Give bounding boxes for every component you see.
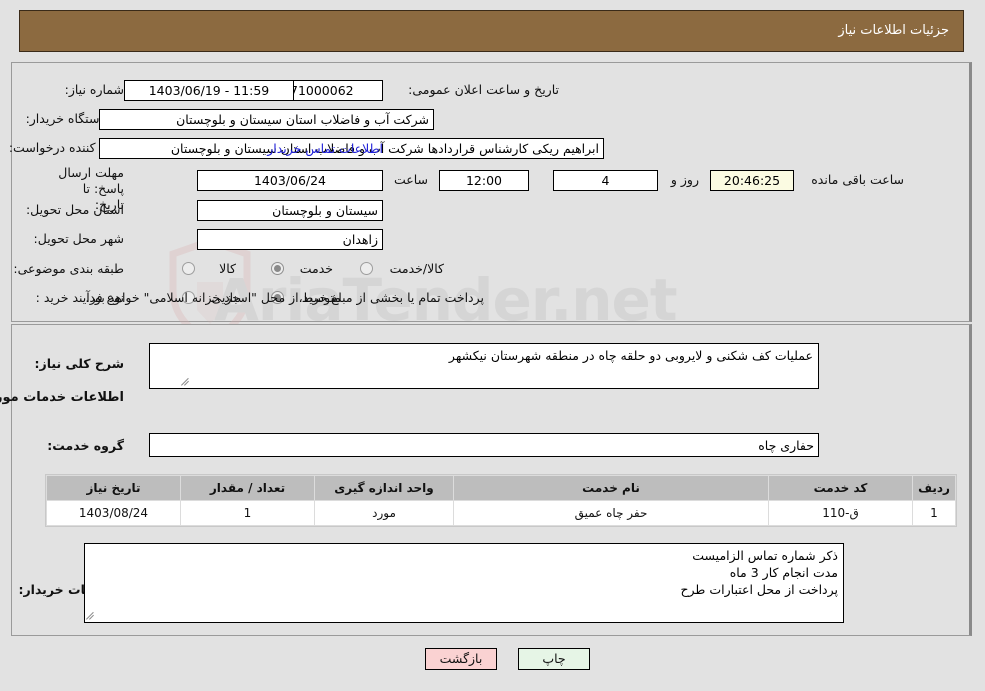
label-delivery-province: استان محل تحویل: [26, 202, 125, 217]
column-header-code: کد خدمت [770, 476, 913, 500]
column-header-name: نام خدمت [455, 476, 769, 500]
cell-name: حفر چاه عمیق [455, 501, 769, 525]
services-table-wrapper: ردیف کد خدمت نام خدمت واحد اندازه گیری ت… [46, 474, 958, 527]
radio-label-category-0[interactable]: کالا [220, 261, 237, 276]
print-button[interactable]: چاپ [519, 648, 591, 670]
radio-label-category-2[interactable]: کالا/خدمت [391, 261, 445, 276]
column-header-qty: تعداد / مقدار [182, 476, 315, 500]
table-header-row: ردیف کد خدمت نام خدمت واحد اندازه گیری ت… [48, 476, 956, 500]
column-header-row: ردیف [914, 476, 956, 500]
field-announce-datetime[interactable]: 11:59 - 1403/06/19 [125, 80, 295, 101]
buyer-contact-link[interactable]: اطلاعات تماس خریدار [268, 141, 384, 156]
radio-category-kala-khedmat[interactable] [361, 262, 374, 275]
field-buyer-org[interactable]: شرکت آب و فاضلاب استان سیستان و بلوچستان [100, 109, 435, 130]
label-subject-category: طبقه بندی موضوعی: [14, 261, 125, 276]
page-root: جزئیات اطلاعات نیاز AriaTender.net شماره… [0, 0, 985, 691]
services-table: ردیف کد خدمت نام خدمت واحد اندازه گیری ت… [47, 475, 957, 526]
label-delivery-city: شهر محل تحویل: [34, 231, 125, 246]
page-header: جزئیات اطلاعات نیاز [20, 10, 965, 52]
back-button[interactable]: بازگشت [426, 648, 498, 670]
field-deadline-date[interactable]: 1403/06/24 [198, 170, 384, 191]
cell-date: 1403/08/24 [48, 501, 181, 525]
label-days-and: روز و [671, 172, 700, 187]
textarea-buyer-notes[interactable]: ذکر شماره تماس الزامیست مدت انجام کار 3 … [85, 543, 845, 623]
label-general-description: شرح کلی نیاز: [35, 356, 125, 371]
radio-category-kala[interactable] [183, 262, 196, 275]
cell-code: ق-110 [770, 501, 913, 525]
cell-row: 1 [914, 501, 956, 525]
services-section-heading: اطلاعات خدمات مورد نیاز [0, 390, 125, 405]
table-row[interactable]: 1 ق-110 حفر چاه عمیق مورد 1 1403/08/24 [48, 501, 956, 525]
field-service-group[interactable]: حفاری چاه [150, 433, 820, 457]
field-days-remaining[interactable]: 4 [554, 170, 659, 191]
label-hour: ساعت [394, 172, 429, 187]
treasury-bond-note: پرداخت تمام یا بخشی از مبلغ خرید،از محل … [86, 290, 485, 305]
field-delivery-city[interactable]: زاهدان [198, 229, 384, 250]
cell-qty: 1 [182, 501, 315, 525]
textarea-general-description[interactable]: عملیات کف شکنی و لایروبی دو حلقه چاه در … [150, 343, 820, 389]
label-hours-remaining: ساعت باقی مانده [812, 172, 905, 187]
cell-unit: مورد [316, 501, 454, 525]
field-countdown-hours[interactable]: 20:46:25 [711, 170, 795, 191]
page-title: جزئیات اطلاعات نیاز [839, 23, 950, 38]
need-summary-panel [12, 62, 973, 322]
field-delivery-province[interactable]: سیستان و بلوچستان [198, 200, 384, 221]
label-need-number: شماره نیاز: [65, 82, 125, 97]
label-service-group: گروه خدمت: [48, 438, 125, 453]
column-header-date: تاریخ نیاز [48, 476, 181, 500]
label-announce-datetime: تاریخ و ساعت اعلان عمومی: [409, 82, 560, 97]
column-header-unit: واحد اندازه گیری [316, 476, 454, 500]
radio-category-khedmat[interactable] [272, 262, 285, 275]
field-deadline-time[interactable]: 12:00 [440, 170, 530, 191]
radio-label-category-1[interactable]: خدمت [301, 261, 334, 276]
